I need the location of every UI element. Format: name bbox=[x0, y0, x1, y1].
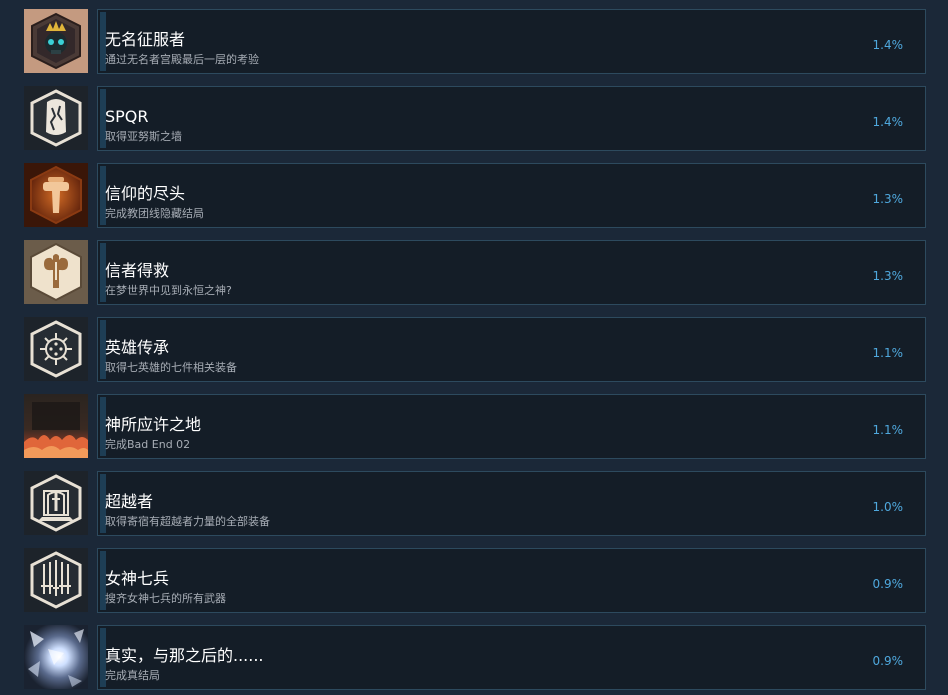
cracked-wall-icon bbox=[24, 86, 88, 150]
achievement-name: 神所应许之地 bbox=[105, 415, 202, 434]
achievement-row[interactable]: 超越者 取得寄宿有超越者力量的全部装备 1.0% bbox=[0, 471, 948, 548]
unlock-percentage: 0.9% bbox=[872, 654, 904, 668]
unlock-percentage: 1.1% bbox=[872, 423, 904, 437]
achievement-description: 通过无名者宫殿最后一层的考验 bbox=[105, 53, 259, 66]
achievement-name: 超越者 bbox=[105, 492, 154, 511]
achievement-description: 取得七英雄的七件相关装备 bbox=[105, 361, 237, 374]
achievement-row[interactable]: 无名征服者 通过无名者宫殿最后一层的考验 1.4% bbox=[0, 9, 948, 86]
achievement-row[interactable]: 神所应许之地 完成Bad End 02 1.1% bbox=[0, 394, 948, 471]
achievement-name: SPQR bbox=[105, 107, 149, 126]
achievement-name: 无名征服者 bbox=[105, 30, 186, 49]
unlock-percentage: 1.3% bbox=[872, 192, 904, 206]
cross-badge-icon bbox=[24, 240, 88, 304]
achievement-name: 信仰的尽头 bbox=[105, 184, 186, 203]
achievement-card: 英雄传承 取得七英雄的七件相关装备 1.1% bbox=[97, 317, 926, 382]
sun-emblem-icon bbox=[24, 317, 88, 381]
achievement-row[interactable]: 信仰的尽头 完成教团线隐藏结局 1.3% bbox=[0, 163, 948, 240]
achievement-row[interactable]: 信者得救 在梦世界中见到永恒之神? 1.3% bbox=[0, 240, 948, 317]
unlock-percentage: 1.1% bbox=[872, 346, 904, 360]
sword-shrine-icon bbox=[24, 471, 88, 535]
achievement-card: 信者得救 在梦世界中见到永恒之神? 1.3% bbox=[97, 240, 926, 305]
achievement-description: 取得寄宿有超越者力量的全部装备 bbox=[105, 515, 270, 528]
achievement-card: SPQR 取得亚努斯之墙 1.4% bbox=[97, 86, 926, 151]
achievement-name: 女神七兵 bbox=[105, 569, 170, 588]
achievement-description: 完成教团线隐藏结局 bbox=[105, 207, 204, 220]
achievement-row[interactable]: 英雄传承 取得七英雄的七件相关装备 1.1% bbox=[0, 317, 948, 394]
achievement-description: 完成真结局 bbox=[105, 669, 160, 682]
unlock-percentage: 1.4% bbox=[872, 115, 904, 129]
burning-land-icon bbox=[24, 394, 88, 458]
weapons-icon bbox=[24, 548, 88, 612]
unlock-percentage: 1.0% bbox=[872, 500, 904, 514]
achievement-name: 英雄传承 bbox=[105, 338, 170, 357]
unlock-percentage: 0.9% bbox=[872, 577, 904, 591]
achievement-description: 在梦世界中见到永恒之神? bbox=[105, 284, 232, 297]
achievement-row[interactable]: SPQR 取得亚努斯之墙 1.4% bbox=[0, 86, 948, 163]
unlock-percentage: 1.4% bbox=[872, 38, 904, 52]
cross-icon bbox=[24, 163, 88, 227]
unlock-percentage: 1.3% bbox=[872, 269, 904, 283]
achievement-name: 真实，与那之后的...... bbox=[105, 646, 264, 665]
achievement-card: 真实，与那之后的...... 完成真结局 0.9% bbox=[97, 625, 926, 690]
crowned-skull-icon bbox=[24, 9, 88, 73]
achievement-card: 信仰的尽头 完成教团线隐藏结局 1.3% bbox=[97, 163, 926, 228]
achievement-list: 无名征服者 通过无名者宫殿最后一层的考验 1.4% SPQR 取得亚努斯之墙 1… bbox=[0, 0, 948, 695]
achievement-description: 取得亚努斯之墙 bbox=[105, 130, 182, 143]
light-burst-icon bbox=[24, 625, 88, 689]
achievement-card: 女神七兵 搜齐女神七兵的所有武器 0.9% bbox=[97, 548, 926, 613]
achievement-name: 信者得救 bbox=[105, 261, 170, 280]
achievement-description: 搜齐女神七兵的所有武器 bbox=[105, 592, 226, 605]
achievement-row[interactable]: 女神七兵 搜齐女神七兵的所有武器 0.9% bbox=[0, 548, 948, 625]
achievement-description: 完成Bad End 02 bbox=[105, 438, 191, 451]
achievement-row[interactable]: 真实，与那之后的...... 完成真结局 0.9% bbox=[0, 625, 948, 695]
achievement-card: 神所应许之地 完成Bad End 02 1.1% bbox=[97, 394, 926, 459]
achievement-card: 无名征服者 通过无名者宫殿最后一层的考验 1.4% bbox=[97, 9, 926, 74]
achievement-card: 超越者 取得寄宿有超越者力量的全部装备 1.0% bbox=[97, 471, 926, 536]
